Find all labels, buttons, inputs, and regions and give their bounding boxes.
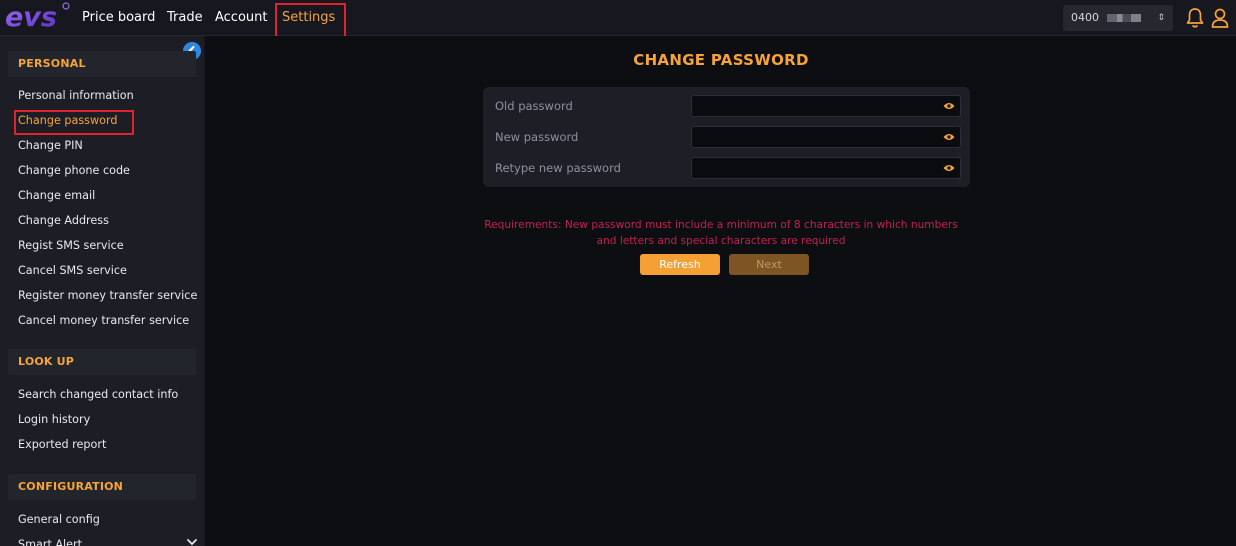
app-window: evs Price board Trade Account Settings 0…: [0, 0, 1236, 546]
section-look-up: LOOK UP: [8, 349, 196, 375]
section-personal: PERSONAL: [8, 51, 196, 77]
user-icon[interactable]: [1210, 7, 1230, 29]
retype-password-input[interactable]: [691, 157, 961, 179]
eye-icon[interactable]: [943, 163, 955, 173]
sidebar-item-exported-report[interactable]: Exported report: [18, 436, 106, 454]
sidebar-item-change-password[interactable]: Change password: [18, 112, 118, 130]
password-form-card: Old password New password Retype new pas…: [483, 87, 970, 187]
password-requirements-text: Requirements: New password must include …: [484, 219, 958, 247]
nav-price-board[interactable]: Price board: [82, 10, 155, 26]
next-button[interactable]: Next: [729, 254, 809, 275]
new-password-label: New password: [495, 130, 579, 144]
main-content: CHANGE PASSWORD Old password New passwor…: [206, 36, 1236, 546]
nav-trade[interactable]: Trade: [167, 10, 203, 26]
sidebar-item-cancel-sms-service[interactable]: Cancel SMS service: [18, 262, 127, 280]
sidebar-item-search-changed-contact-info[interactable]: Search changed contact info: [18, 386, 178, 404]
sidebar-item-personal-information[interactable]: Personal information: [18, 87, 134, 105]
nav-account[interactable]: Account: [215, 10, 268, 26]
sidebar-item-login-history[interactable]: Login history: [18, 411, 90, 429]
retype-password-label: Retype new password: [495, 161, 621, 175]
nav-settings[interactable]: Settings: [282, 10, 335, 26]
sidebar-item-cancel-money-transfer[interactable]: Cancel money transfer service: [18, 312, 189, 330]
bell-icon[interactable]: [1185, 7, 1205, 29]
page-title: CHANGE PASSWORD: [633, 51, 809, 69]
new-password-input[interactable]: [691, 126, 961, 148]
sidebar-item-change-pin[interactable]: Change PIN: [18, 137, 83, 155]
refresh-button[interactable]: Refresh: [640, 254, 720, 275]
chevron-down-icon[interactable]: [186, 538, 198, 546]
sidebar-item-general-config[interactable]: General config: [18, 511, 100, 529]
select-caret-icon: ⇕: [1157, 13, 1165, 23]
eye-icon[interactable]: [943, 101, 955, 111]
account-number: 0400: [1071, 11, 1099, 24]
sidebar-item-regist-sms-service[interactable]: Regist SMS service: [18, 237, 124, 255]
sidebar-item-change-email[interactable]: Change email: [18, 187, 95, 205]
sidebar: PERSONAL Personal information Change pas…: [0, 36, 205, 546]
evs-logo[interactable]: evs: [4, 1, 70, 33]
eye-icon[interactable]: [943, 132, 955, 142]
logo-text: evs: [5, 2, 57, 33]
sidebar-item-register-money-transfer[interactable]: Register money transfer service: [18, 287, 197, 305]
old-password-input[interactable]: [691, 95, 961, 117]
account-mask: [1107, 14, 1141, 22]
old-password-label: Old password: [495, 99, 573, 113]
top-bar: evs Price board Trade Account Settings 0…: [0, 0, 1236, 39]
sidebar-item-change-phone-code[interactable]: Change phone code: [18, 162, 130, 180]
sidebar-item-smart-alert[interactable]: Smart Alert: [18, 536, 82, 546]
account-select[interactable]: 0400 ⇕: [1063, 5, 1173, 31]
section-configuration: CONFIGURATION: [8, 474, 196, 500]
sidebar-item-change-address[interactable]: Change Address: [18, 212, 109, 230]
